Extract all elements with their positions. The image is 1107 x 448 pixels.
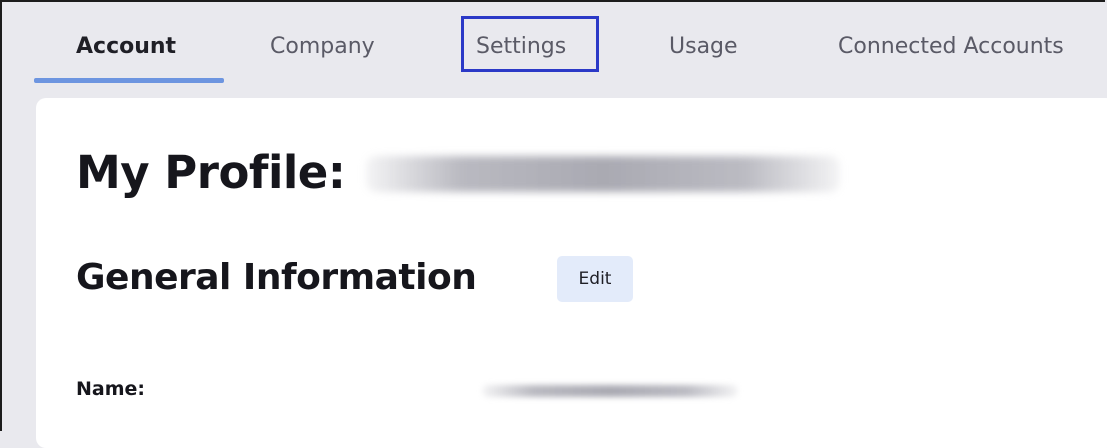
tab-company[interactable]: Company — [270, 30, 375, 64]
tab-usage[interactable]: Usage — [669, 30, 738, 64]
tab-account[interactable]: Account — [76, 30, 176, 64]
active-tab-indicator — [34, 78, 224, 83]
tab-settings-highlight-box — [461, 16, 599, 72]
general-information-heading: General Information — [76, 257, 477, 298]
page-title: My Profile: — [76, 146, 346, 199]
redacted-name-value — [482, 385, 738, 397]
tab-bar: Account Company Settings Usage Connected… — [2, 2, 1105, 92]
tab-connected-accounts[interactable]: Connected Accounts — [838, 30, 1064, 64]
app-window: Account Company Settings Usage Connected… — [0, 0, 1107, 448]
name-field-label: Name: — [76, 378, 146, 400]
edit-button[interactable]: Edit — [557, 256, 633, 302]
redacted-user-name — [366, 156, 840, 192]
